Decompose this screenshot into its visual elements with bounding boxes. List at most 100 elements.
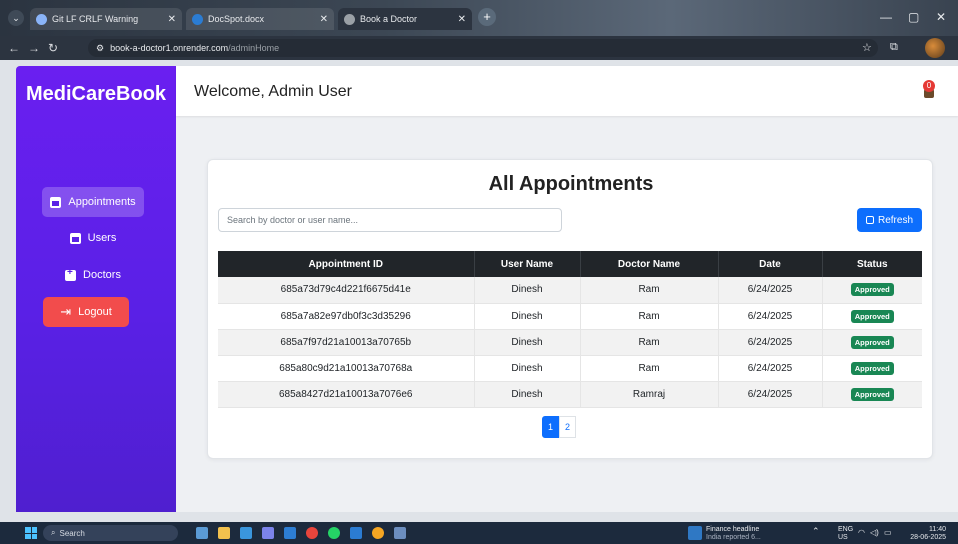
date-cell: 6/24/2025 bbox=[718, 381, 823, 408]
url-input[interactable]: ⚙ book-a-doctor1.onrender.com/adminHome bbox=[88, 39, 878, 57]
tab-search-icon[interactable]: ⌄ bbox=[8, 10, 24, 26]
word-icon[interactable] bbox=[350, 527, 362, 539]
bookmark-star-icon[interactable]: ☆ bbox=[862, 41, 872, 54]
extensions-icon[interactable]: ⧉ bbox=[890, 41, 898, 54]
search-icon: ⌕ bbox=[51, 528, 56, 537]
status-cell: Approved bbox=[822, 303, 922, 330]
close-window-icon[interactable]: ✕ bbox=[936, 10, 946, 24]
wifi-icon[interactable]: ◠ bbox=[858, 529, 865, 537]
chevron-up-icon[interactable]: ⌃ bbox=[812, 527, 820, 536]
close-tab-icon[interactable]: ✕ bbox=[458, 14, 466, 25]
browser-tab-strip: ⌄ Git LF CRLF Warning ✕ DocSpot.docx ✕ B… bbox=[0, 0, 958, 36]
close-tab-icon[interactable]: ✕ bbox=[168, 14, 176, 25]
user-name-cell: Dinesh bbox=[474, 381, 581, 408]
appointment-id-cell: 685a73d79c4d221f6675d41e bbox=[218, 277, 475, 304]
status-badge: Approved bbox=[850, 361, 894, 375]
tab-title: Git LF CRLF Warning bbox=[52, 14, 139, 24]
new-tab-button[interactable]: + bbox=[478, 8, 496, 26]
appointments-table: Appointment ID User Name Doctor Name Dat… bbox=[218, 251, 922, 408]
back-icon[interactable]: ← bbox=[8, 41, 20, 55]
doctor-name-cell: Ram bbox=[580, 355, 719, 382]
logout-icon: ⇥ bbox=[60, 304, 72, 319]
url-path: /adminHome bbox=[228, 43, 280, 53]
sidebar-item-label: Doctors bbox=[83, 269, 121, 281]
column-header: Status bbox=[856, 258, 888, 270]
doctor-name-cell: Ram bbox=[580, 329, 719, 356]
notification-badge: 0 bbox=[923, 80, 935, 92]
language-code: ENG bbox=[838, 526, 854, 533]
table-row: 685a80c9d21a10013a70768a Dinesh Ram 6/24… bbox=[218, 355, 922, 382]
tab-title: Book a Doctor bbox=[360, 14, 418, 24]
taskview-icon[interactable] bbox=[196, 527, 208, 539]
table-header-row: Appointment ID User Name Doctor Name Dat… bbox=[218, 251, 922, 277]
refresh-button[interactable]: Refresh bbox=[857, 208, 922, 232]
whatsapp-icon[interactable] bbox=[328, 527, 340, 539]
appointment-id-cell: 685a80c9d21a10013a70768a bbox=[218, 355, 475, 382]
app-icon[interactable] bbox=[372, 527, 384, 539]
vscode-icon[interactable] bbox=[284, 527, 296, 539]
appointment-id-cell: 685a7a82e97db0f3c3d35296 bbox=[218, 303, 475, 330]
user-name-cell: Dinesh bbox=[474, 355, 581, 382]
browser-tab[interactable]: DocSpot.docx ✕ bbox=[186, 8, 334, 30]
language-indicator[interactable]: ENG US bbox=[838, 526, 853, 541]
logout-button[interactable]: ⇥ Logout bbox=[43, 297, 129, 327]
close-tab-icon[interactable]: ✕ bbox=[320, 14, 328, 25]
sidebar-item-doctors[interactable]: Doctors bbox=[42, 260, 144, 290]
user-name-cell: Dinesh bbox=[474, 303, 581, 330]
url-host: book-a-doctor1.onrender.com bbox=[110, 43, 229, 53]
browser-tab[interactable]: Git LF CRLF Warning ✕ bbox=[30, 8, 182, 30]
news-widget-icon[interactable] bbox=[688, 526, 702, 540]
minimize-icon[interactable]: — bbox=[880, 10, 892, 24]
page-2-button[interactable]: 2 bbox=[559, 416, 576, 438]
app-icon[interactable] bbox=[394, 527, 406, 539]
clock[interactable]: 11:40 28-06-2025 bbox=[906, 526, 946, 541]
search-input[interactable] bbox=[218, 208, 562, 232]
table-row: 685a8427d21a10013a7076e6 Dinesh Ramraj 6… bbox=[218, 381, 922, 408]
taskbar-search-label: Search bbox=[59, 528, 85, 538]
date-cell: 6/24/2025 bbox=[718, 303, 823, 330]
news-widget[interactable]: Finance headline India reported 6... bbox=[706, 526, 761, 541]
calendar-icon bbox=[69, 232, 81, 244]
table-row: 685a73d79c4d221f6675d41e Dinesh Ram 6/24… bbox=[218, 277, 922, 304]
address-bar: ← → ↻ ⚙ book-a-doctor1.onrender.com/admi… bbox=[0, 36, 958, 60]
table-row: 685a7a82e97db0f3c3d35296 Dinesh Ram 6/24… bbox=[218, 303, 922, 330]
volume-icon[interactable]: ◁) bbox=[870, 529, 879, 537]
battery-icon[interactable]: ▭ bbox=[884, 529, 892, 537]
welcome-text: Welcome, Admin User bbox=[194, 83, 352, 100]
edge-icon[interactable] bbox=[240, 527, 252, 539]
teams-icon[interactable] bbox=[262, 527, 274, 539]
clock-date: 28-06-2025 bbox=[910, 534, 946, 541]
status-badge: Approved bbox=[850, 387, 894, 401]
column-header: Doctor Name bbox=[580, 251, 719, 277]
sidebar-item-label: Users bbox=[87, 232, 117, 244]
taskbar-search[interactable]: ⌕ Search bbox=[43, 525, 178, 541]
doctor-name-cell: Ram bbox=[580, 277, 719, 304]
logout-label: Logout bbox=[78, 306, 112, 318]
notification-bell-icon[interactable]: 0 bbox=[922, 80, 936, 102]
site-info-icon[interactable]: ⚙ bbox=[96, 43, 104, 54]
user-name-cell: Dinesh bbox=[474, 277, 581, 304]
file-explorer-icon[interactable] bbox=[218, 527, 230, 539]
forward-icon[interactable]: → bbox=[28, 41, 40, 55]
sidebar-item-appointments[interactable]: Appointments bbox=[42, 187, 144, 217]
maximize-icon[interactable]: ▢ bbox=[908, 10, 919, 24]
date-cell: 6/24/2025 bbox=[718, 355, 823, 382]
column-header: User Name bbox=[474, 251, 581, 277]
browser-tab-active[interactable]: Book a Doctor ✕ bbox=[338, 8, 472, 30]
column-header: Appointment ID bbox=[218, 251, 475, 277]
appointments-card: All Appointments Refresh Appointment ID … bbox=[207, 159, 933, 459]
user-name-cell: Dinesh bbox=[474, 329, 581, 356]
date-cell: 6/24/2025 bbox=[718, 277, 823, 304]
reload-icon[interactable]: ↻ bbox=[48, 41, 58, 55]
chrome-icon[interactable] bbox=[306, 527, 318, 539]
doctor-name-cell: Ramraj bbox=[580, 381, 719, 408]
page-1-button[interactable]: 1 bbox=[542, 416, 559, 438]
status-cell: Approved bbox=[822, 355, 922, 382]
calendar-icon bbox=[50, 196, 62, 208]
status-cell: Approved bbox=[822, 329, 922, 356]
profile-avatar[interactable] bbox=[925, 38, 945, 58]
windows-start-icon[interactable] bbox=[25, 527, 37, 539]
status-badge: Approved bbox=[850, 335, 894, 349]
top-header: Welcome, Admin User 0 bbox=[176, 66, 958, 116]
sidebar-item-users[interactable]: Users bbox=[42, 223, 144, 253]
